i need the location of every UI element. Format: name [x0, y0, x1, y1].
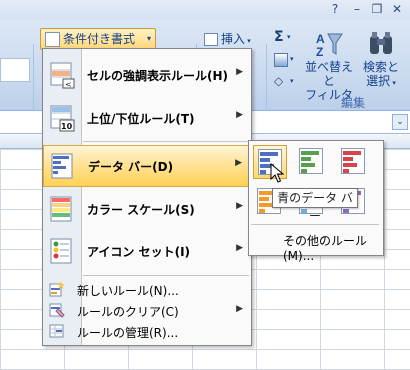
conditional-formatting-button[interactable]: 条件付き書式 ▾ — [40, 28, 156, 50]
menu-item-highlight-cells-rules[interactable]: < セルの強調表示ルール(H) ▶ — [43, 55, 251, 95]
help-icon[interactable]: ? — [328, 2, 342, 16]
sort-filter-label-1: 並べ替えと — [304, 60, 353, 88]
data-bar-preview-bar — [259, 197, 269, 201]
menu-item-label: 上位/下位ルール(T) — [87, 112, 195, 126]
submenu-arrow-icon: ▶ — [236, 201, 243, 211]
submenu-arrow-icon: ▶ — [236, 110, 243, 120]
menu-item-label: カラー スケール(S) — [87, 203, 195, 217]
chevron-down-icon: ▾ — [390, 79, 396, 87]
menu-separator — [83, 275, 249, 276]
menu-item-data-bars[interactable]: データ バー(D) ▶ — [43, 145, 251, 187]
data-bar-preview-bar — [301, 169, 307, 173]
editing-group-label: 編集 — [340, 96, 365, 110]
data-bar-preview-bar — [259, 209, 265, 213]
data-bar-preview-bar — [301, 157, 311, 161]
data-bar-preview-bar — [343, 209, 349, 213]
top-bottom-icon: 10 — [50, 105, 75, 132]
menu-item-new-rule[interactable]: 新しいルール(N)... — [43, 279, 251, 299]
data-bar-preview-bar — [260, 170, 266, 174]
svg-text:Z: Z — [316, 45, 323, 58]
ribbon-left-group — [0, 50, 30, 98]
data-bar-preview-bar — [343, 151, 361, 155]
menu-item-label: セルの強調表示ルール(H) — [87, 69, 229, 83]
formula-bar-expand-icon[interactable]: ⌄ — [392, 114, 408, 130]
conditional-formatting-label: 条件付き書式 — [63, 32, 136, 46]
menu-item-label: アイコン セット(I) — [87, 245, 191, 259]
fill-icon[interactable] — [274, 53, 288, 67]
menu-item-top-bottom-rules[interactable]: 10 上位/下位ルール(T) ▶ — [43, 98, 251, 138]
menu-item-label: ルールのクリア(C) — [77, 305, 179, 319]
clear-rules-icon — [49, 303, 65, 318]
new-rule-icon — [49, 281, 65, 297]
submenu-arrow-icon: ▶ — [236, 243, 243, 253]
highlight-cells-icon: < — [50, 62, 75, 89]
find-select-button[interactable]: 検索と 選択 ▾ — [358, 30, 404, 90]
menu-item-clear-rules[interactable]: ルールのクリア(C) ▶ — [43, 300, 251, 320]
data-bar-green-option[interactable] — [295, 145, 327, 177]
menu-item-icon-sets[interactable]: アイコン セット(I) ▶ — [43, 231, 251, 271]
chevron-down-icon: ▾ — [146, 34, 151, 43]
data-bar-preview-bar — [259, 203, 273, 207]
insert-cells-icon — [204, 33, 218, 46]
menu-item-manage-rules[interactable]: ルールの管理(R)... — [43, 321, 251, 341]
data-bars-icon — [51, 153, 73, 179]
submenu-arrow-icon: ▶ — [236, 304, 243, 314]
chevron-down-icon[interactable]: ▾ — [290, 77, 294, 85]
conditional-formatting-menu: < セルの強調表示ルール(H) ▶ 10 上位/下位ルール(T) ▶ データ バ… — [42, 48, 252, 346]
chevron-down-icon[interactable]: ▾ — [290, 55, 294, 63]
menu-separator — [83, 141, 249, 142]
more-rules-item[interactable]: その他のルール(M)... — [283, 232, 383, 263]
find-select-label-2: 選択 — [366, 74, 391, 88]
submenu-arrow-icon: ▶ — [235, 158, 242, 168]
menu-item-label: ルールの管理(R)... — [77, 326, 179, 340]
data-bar-preview-bar — [301, 209, 307, 213]
find-select-label-1: 検索と — [362, 60, 399, 74]
mouse-cursor-icon — [270, 163, 284, 183]
chevron-down-icon[interactable]: ▾ — [287, 33, 291, 41]
autosum-icon[interactable]: Σ — [274, 29, 284, 45]
restore-icon[interactable]: ❐ — [370, 2, 384, 16]
minimize-icon[interactable]: – — [350, 2, 364, 16]
close-icon[interactable]: ✕ — [390, 2, 404, 16]
data-bar-preview-bar — [301, 151, 319, 155]
tooltip: 青のデータ バー — [272, 188, 358, 223]
data-bar-preview-bar — [260, 158, 270, 162]
chevron-down-icon: ▾ — [245, 37, 251, 45]
binoculars-icon — [370, 32, 392, 54]
data-bar-preview-bar — [301, 163, 315, 167]
data-bar-preview-bar — [343, 157, 353, 161]
svg-text:<: < — [65, 80, 72, 89]
data-bar-red-option[interactable] — [337, 145, 369, 177]
color-scales-icon — [50, 196, 72, 222]
menu-item-color-scales[interactable]: カラー スケール(S) ▶ — [43, 189, 251, 229]
menu-item-label: 新しいルール(N)... — [77, 284, 179, 298]
eraser-icon[interactable]: ◇ — [274, 74, 283, 88]
submenu-arrow-icon: ▶ — [236, 67, 243, 77]
sort-filter-icon: A Z — [316, 32, 343, 58]
data-bar-preview-bar — [343, 169, 349, 173]
insert-label: 挿入 — [221, 32, 246, 46]
top10-icon-text: 10 — [61, 122, 73, 131]
insert-button[interactable]: 挿入 ▾ — [204, 30, 251, 47]
icon-sets-icon — [50, 238, 72, 264]
title-bar: ? – ❐ ✕ — [0, 0, 410, 20]
data-bar-preview-bar — [260, 152, 278, 156]
svg-text:A: A — [316, 32, 325, 46]
menu-item-label: データ バー(D) — [88, 160, 174, 174]
conditional-formatting-icon — [45, 32, 60, 47]
manage-rules-icon — [49, 324, 64, 338]
data-bar-preview-bar — [343, 163, 357, 167]
number-format-box[interactable] — [0, 58, 30, 82]
